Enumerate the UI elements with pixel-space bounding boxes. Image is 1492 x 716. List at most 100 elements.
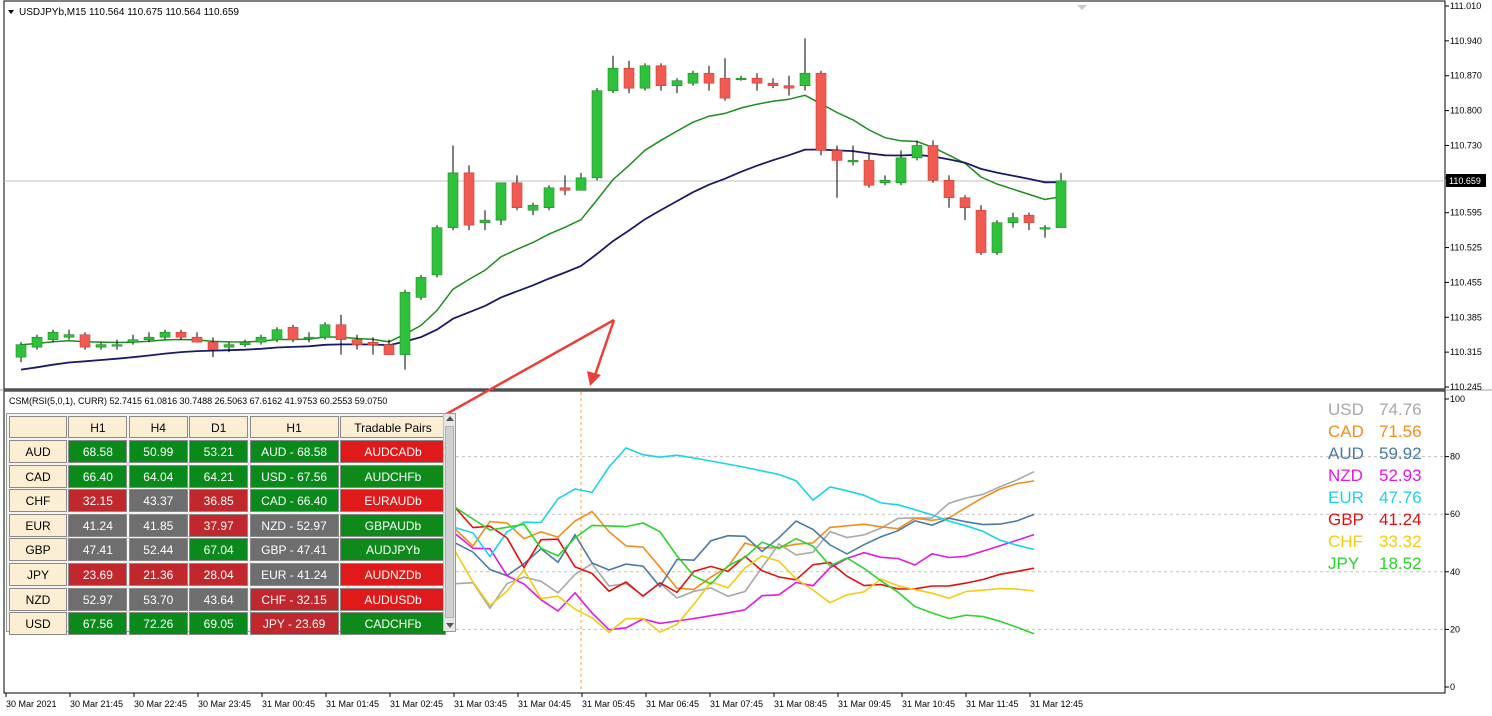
candle-body — [367, 341, 379, 345]
strength-cell: 53.21 — [189, 440, 249, 463]
legend-currency: CHF — [1328, 532, 1363, 551]
candle-body — [671, 80, 683, 86]
strength-cell: 43.37 — [128, 489, 188, 513]
tradable-pair-cell: GBPAUDb — [340, 513, 446, 537]
legend-value: 71.56 — [1379, 422, 1422, 441]
time-tick-label: 31 Mar 09:45 — [838, 699, 891, 709]
table-header: D1 — [189, 416, 249, 438]
tradable-pair-cell: CADCHFb — [340, 612, 446, 636]
price-tick-label: 110.870 — [1450, 71, 1482, 81]
candle-body — [351, 339, 363, 345]
ind-tick-label: 80 — [1450, 452, 1460, 462]
tradable-pair-cell: AUDNZDb — [340, 563, 446, 586]
strength-cell: 37.97 — [189, 513, 249, 537]
legend-value: 52.93 — [1379, 466, 1422, 485]
rank-cell: CHF - 32.15 — [249, 587, 339, 611]
candle-body — [767, 82, 779, 86]
scroll-thumb[interactable] — [445, 426, 454, 618]
scroll-down-icon[interactable] — [446, 623, 454, 628]
candle-body — [479, 219, 491, 223]
price-tick-label: 110.595 — [1450, 208, 1482, 218]
candle-body — [527, 204, 539, 211]
time-tick-label: 30 Mar 23:45 — [198, 699, 251, 709]
rank-cell: EUR - 41.24 — [249, 563, 339, 586]
candle-body — [463, 172, 475, 226]
time-tick-label: 31 Mar 12:45 — [1030, 699, 1083, 709]
candle-body — [751, 77, 763, 84]
candle-body — [991, 222, 1003, 253]
currency-label: GBP — [9, 538, 67, 562]
strength-cell: 21.36 — [128, 563, 188, 586]
time-tick-label: 31 Mar 06:45 — [646, 699, 699, 709]
legend-value: 33.32 — [1379, 532, 1422, 551]
candle-body — [79, 334, 91, 348]
candle-body — [415, 277, 427, 298]
price-tick-label: 110.245 — [1450, 382, 1482, 392]
currency-label: CAD — [9, 464, 67, 488]
candle-body — [975, 209, 987, 253]
table-header: H1 — [249, 416, 339, 438]
candle-body — [879, 180, 891, 184]
indicator-axis: 100 80 60 40 20 0 — [1445, 394, 1465, 692]
strength-cell: 72.26 — [128, 612, 188, 636]
candle-body — [703, 72, 715, 84]
symbol-info: USDJPYb,M15 110.564 110.675 110.564 110.… — [19, 7, 239, 18]
currency-strength-table: H1 H4 D1 H1 Tradable Pairs AUD 68.58 50.99 53.21… — [6, 413, 456, 636]
time-tick-label: 30 Mar 22:45 — [134, 699, 187, 709]
candle-body — [1039, 227, 1051, 230]
candle-body — [447, 172, 459, 228]
time-tick-label: 31 Mar 07:45 — [710, 699, 763, 709]
currency-label: JPY — [9, 563, 67, 586]
rank-cell: USD - 67.56 — [249, 464, 339, 488]
candle-body — [1023, 214, 1035, 223]
candle-body — [319, 324, 331, 338]
price-tick-label: 111.010 — [1450, 1, 1481, 11]
strength-cell: 68.58 — [68, 440, 128, 463]
candle-body — [607, 67, 619, 91]
tradable-pair-cell: AUDCADb — [340, 440, 446, 463]
scroll-up-icon[interactable] — [446, 416, 454, 421]
candle-body — [863, 160, 875, 186]
candle-body — [591, 90, 603, 179]
ind-tick-label: 20 — [1450, 624, 1460, 634]
price-tick-label: 110.800 — [1450, 106, 1482, 116]
candle-body — [431, 227, 443, 276]
price-tick-label: 110.730 — [1450, 140, 1482, 150]
candle-body — [495, 182, 507, 221]
legend-currency: AUD — [1328, 444, 1364, 463]
candle-body — [639, 65, 651, 89]
candle-body — [655, 65, 667, 86]
candle-body — [223, 344, 235, 348]
tradable-pair-cell: AUDCHFb — [340, 464, 446, 488]
candle-body — [63, 334, 75, 338]
legend-value: 74.76 — [1379, 400, 1422, 419]
ind-tick-label: 100 — [1450, 394, 1465, 404]
time-tick-label: 31 Mar 00:45 — [262, 699, 315, 709]
time-tick-label: 30 Mar 21:45 — [70, 699, 123, 709]
currency-label: AUD — [9, 440, 67, 463]
price-tick-label: 110.385 — [1450, 312, 1482, 322]
rank-cell: GBP - 47.41 — [249, 538, 339, 562]
candle-body — [303, 336, 315, 339]
strength-cell: 36.85 — [189, 489, 249, 513]
candle-body — [255, 336, 267, 343]
candle-body — [847, 160, 859, 163]
strength-cell: 43.64 — [189, 587, 249, 611]
table-scrollbar[interactable] — [443, 414, 455, 631]
candle-body — [895, 157, 907, 184]
legend-value: 47.76 — [1379, 488, 1422, 507]
currency-label: CHF — [9, 489, 67, 513]
candle-body — [799, 72, 811, 86]
candle-body — [207, 341, 219, 350]
tradable-pair-cell: AUDUSDb — [340, 587, 446, 611]
strength-cell: 69.05 — [189, 612, 249, 636]
table-header — [9, 416, 67, 438]
candle-body — [383, 344, 395, 355]
table-header: H1 — [68, 416, 128, 438]
time-tick-label: 31 Mar 03:45 — [454, 699, 507, 709]
price-tick-label: 110.525 — [1450, 243, 1482, 253]
candle-body — [687, 72, 699, 84]
candle-body — [735, 77, 747, 81]
strength-cell: 23.69 — [68, 563, 128, 586]
strength-cell: 67.56 — [68, 612, 128, 636]
